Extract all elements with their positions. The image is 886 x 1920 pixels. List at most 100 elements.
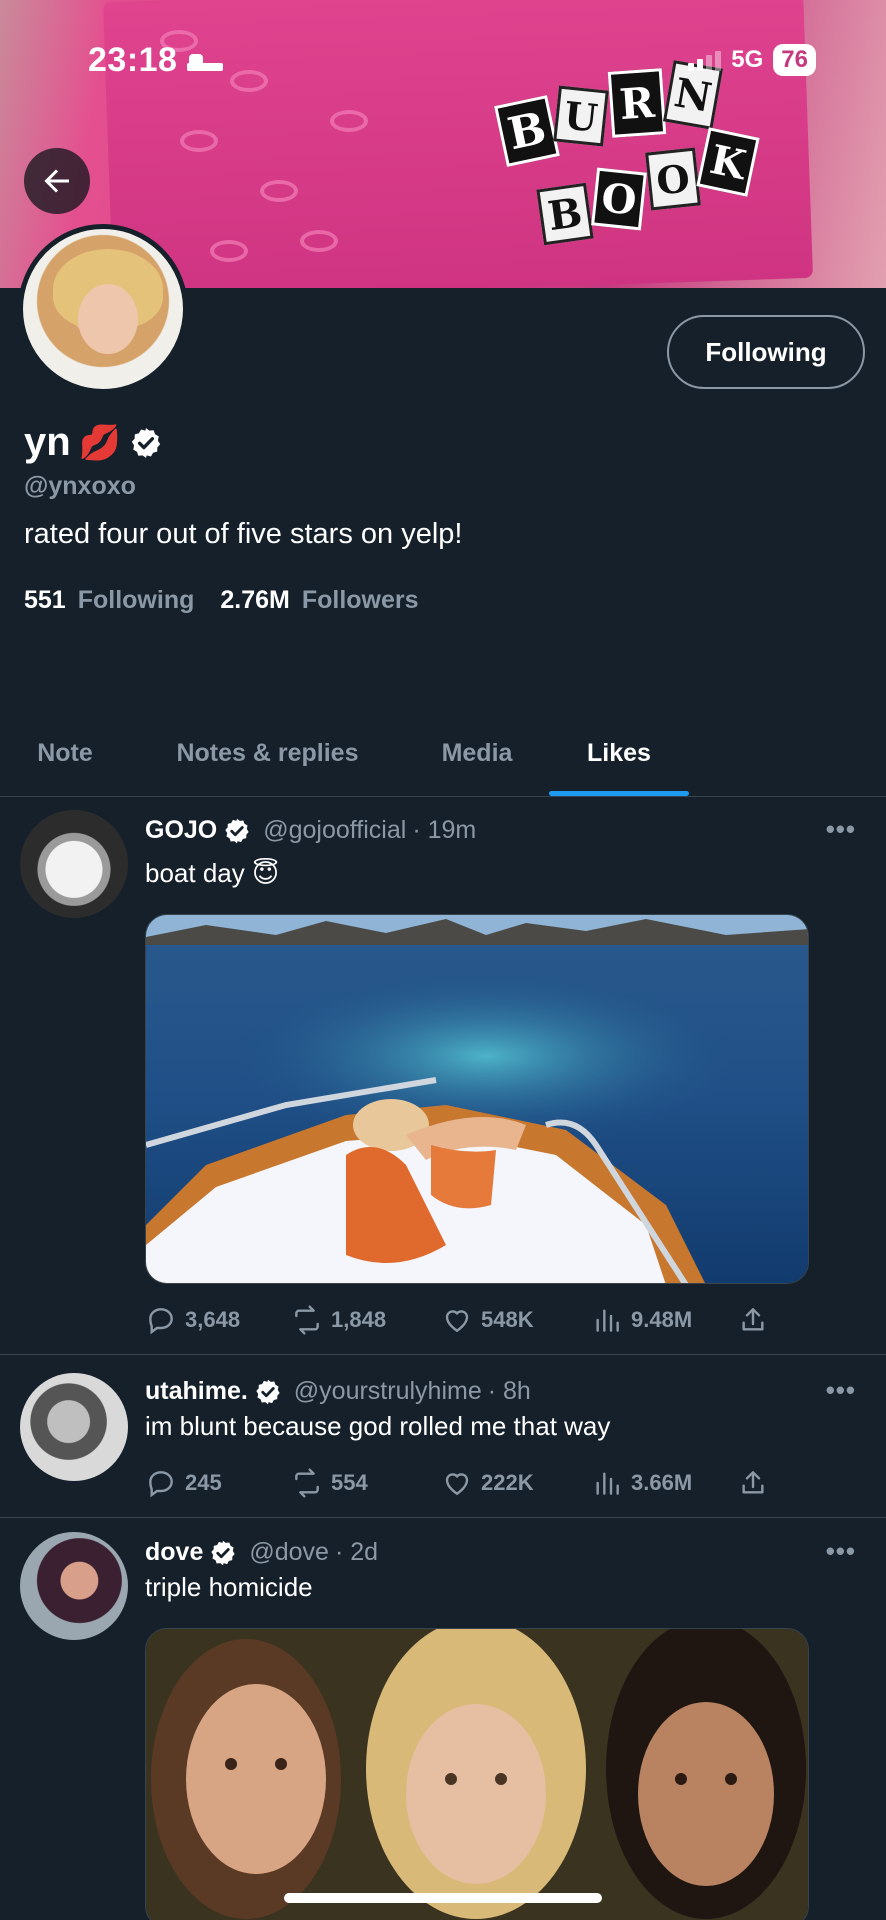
- following-button[interactable]: Following: [667, 315, 865, 389]
- boat-photo: [146, 915, 808, 1283]
- book-title-letter: O: [645, 147, 701, 211]
- profile-avatar[interactable]: [18, 224, 188, 394]
- views-count: 9.48M: [631, 1307, 693, 1332]
- share-icon: [742, 1471, 764, 1494]
- tweet-timestamp: · 19m: [412, 816, 477, 844]
- banner-lip-print: [210, 240, 248, 262]
- tweet-text: boat day 😇: [145, 858, 280, 888]
- tweet-item[interactable]: GOJO @gojoofficial · 19m ••• boat day 😇: [0, 796, 886, 1354]
- profile-tabs: Note Notes & replies Media Likes: [0, 710, 886, 796]
- tweet-author-avatar[interactable]: [20, 810, 128, 918]
- home-indicator[interactable]: [284, 1893, 602, 1903]
- tweet-text: im blunt because god rolled me that way: [145, 1411, 611, 1441]
- tweet-header: utahime. @yourstrulyhime · 8h: [145, 1377, 531, 1406]
- tweet-author-name[interactable]: GOJO: [145, 816, 217, 845]
- tweet-text: triple homicide: [145, 1572, 313, 1602]
- like-count: 222K: [481, 1470, 534, 1495]
- retweet-button[interactable]: 1,848: [291, 1304, 441, 1336]
- banner-lip-print: [300, 230, 338, 252]
- retweet-button[interactable]: 554: [291, 1467, 441, 1499]
- tab-likes[interactable]: Likes: [549, 710, 689, 796]
- verified-badge-icon: [225, 818, 249, 843]
- verified-badge-icon: [131, 427, 161, 458]
- reply-icon: [149, 1308, 173, 1335]
- status-bar-time: 23:18: [88, 40, 224, 80]
- kiss-emoji: 💋: [78, 423, 122, 462]
- heart-icon: [445, 1473, 469, 1496]
- views-chart-icon: [596, 1472, 619, 1495]
- reply-count: 245: [185, 1470, 222, 1495]
- tweet-item[interactable]: dove @dove · 2d ••• triple homicide: [0, 1518, 886, 1920]
- tweet-header: GOJO @gojoofficial · 19m: [145, 816, 476, 845]
- banner-lip-print: [330, 110, 368, 132]
- reply-button[interactable]: 3,648: [145, 1304, 291, 1336]
- bed-icon: [187, 49, 224, 71]
- banner-lip-print: [230, 70, 268, 92]
- tweet-image-boat[interactable]: [145, 914, 809, 1284]
- more-options-icon[interactable]: •••: [826, 1536, 856, 1567]
- views-button[interactable]: 3.66M: [591, 1467, 737, 1499]
- tab-notes-and-replies[interactable]: Notes & replies: [130, 710, 405, 796]
- profile-bio: rated four out of five stars on yelp!: [24, 518, 463, 550]
- share-icon: [742, 1308, 764, 1331]
- signal-strength-icon: [688, 49, 722, 71]
- clock: 23:18: [88, 40, 178, 79]
- tweet-author-handle[interactable]: @yourstrulyhime: [294, 1377, 482, 1406]
- battery-level: 76: [773, 44, 816, 76]
- like-count: 548K: [481, 1307, 534, 1332]
- network-type: 5G: [731, 46, 764, 73]
- views-chart-icon: [596, 1309, 619, 1332]
- tab-media[interactable]: Media: [405, 710, 549, 796]
- tweet-actions: 3,648 1,848 548K 9.48M: [145, 1304, 785, 1336]
- tweet-author-avatar[interactable]: [20, 1532, 128, 1640]
- verified-badge-icon: [256, 1379, 280, 1404]
- book-title-letter: R: [607, 68, 667, 138]
- profile-stats: 551 Following 2.76M Followers: [24, 586, 433, 615]
- tweet-author-avatar[interactable]: [20, 1373, 128, 1481]
- share-button[interactable]: [737, 1467, 777, 1499]
- tweet-timestamp: · 2d: [334, 1538, 379, 1566]
- reply-count: 3,648: [185, 1307, 241, 1332]
- tweet-header: dove @dove · 2d: [145, 1538, 378, 1567]
- tweet-image-selfie[interactable]: [145, 1628, 809, 1920]
- book-title-letter: O: [591, 167, 647, 231]
- retweet-count: 554: [331, 1470, 368, 1495]
- tweet-author-name[interactable]: dove: [145, 1538, 203, 1567]
- share-button[interactable]: [737, 1304, 777, 1336]
- following-link[interactable]: Following: [78, 586, 195, 615]
- tweet-actions: 245 554 222K 3.66M: [145, 1467, 785, 1499]
- following-count[interactable]: 551: [24, 586, 66, 615]
- book-title-letter: U: [553, 85, 609, 147]
- book-title-letter: B: [536, 182, 594, 246]
- reply-button[interactable]: 245: [145, 1467, 291, 1499]
- like-button[interactable]: 222K: [441, 1467, 591, 1499]
- views-count: 3.66M: [631, 1470, 693, 1495]
- tab-note[interactable]: Note: [0, 710, 130, 796]
- tweet-author-handle[interactable]: @dove: [249, 1538, 329, 1567]
- tweet-item[interactable]: utahime. @yourstrulyhime · 8h ••• im blu…: [0, 1355, 886, 1517]
- views-button[interactable]: 9.48M: [591, 1304, 737, 1336]
- more-options-icon[interactable]: •••: [826, 814, 856, 845]
- tweet-author-handle[interactable]: @gojoofficial: [263, 816, 406, 845]
- arrow-left-icon: [44, 169, 69, 193]
- followers-link[interactable]: Followers: [302, 586, 419, 615]
- retweet-icon: [295, 1305, 319, 1335]
- like-button[interactable]: 548K: [441, 1304, 591, 1336]
- banner-lip-print: [180, 130, 218, 152]
- followers-count[interactable]: 2.76M: [220, 586, 289, 615]
- profile-handle: @ynxoxo: [24, 472, 136, 500]
- more-options-icon[interactable]: •••: [826, 1375, 856, 1406]
- reply-icon: [149, 1471, 173, 1498]
- tweet-timestamp: · 8h: [487, 1377, 531, 1405]
- group-selfie-photo: [146, 1629, 808, 1920]
- status-bar-indicators: 5G 76: [688, 40, 816, 80]
- heart-icon: [445, 1310, 469, 1333]
- banner-lip-print: [260, 180, 298, 202]
- retweet-icon: [295, 1468, 319, 1498]
- display-name-text: yn: [24, 420, 71, 464]
- tweet-author-name[interactable]: utahime.: [145, 1377, 248, 1406]
- retweet-count: 1,848: [331, 1307, 387, 1332]
- back-button[interactable]: [24, 148, 90, 214]
- verified-badge-icon: [211, 1540, 236, 1565]
- profile-display-name: yn 💋: [24, 420, 163, 465]
